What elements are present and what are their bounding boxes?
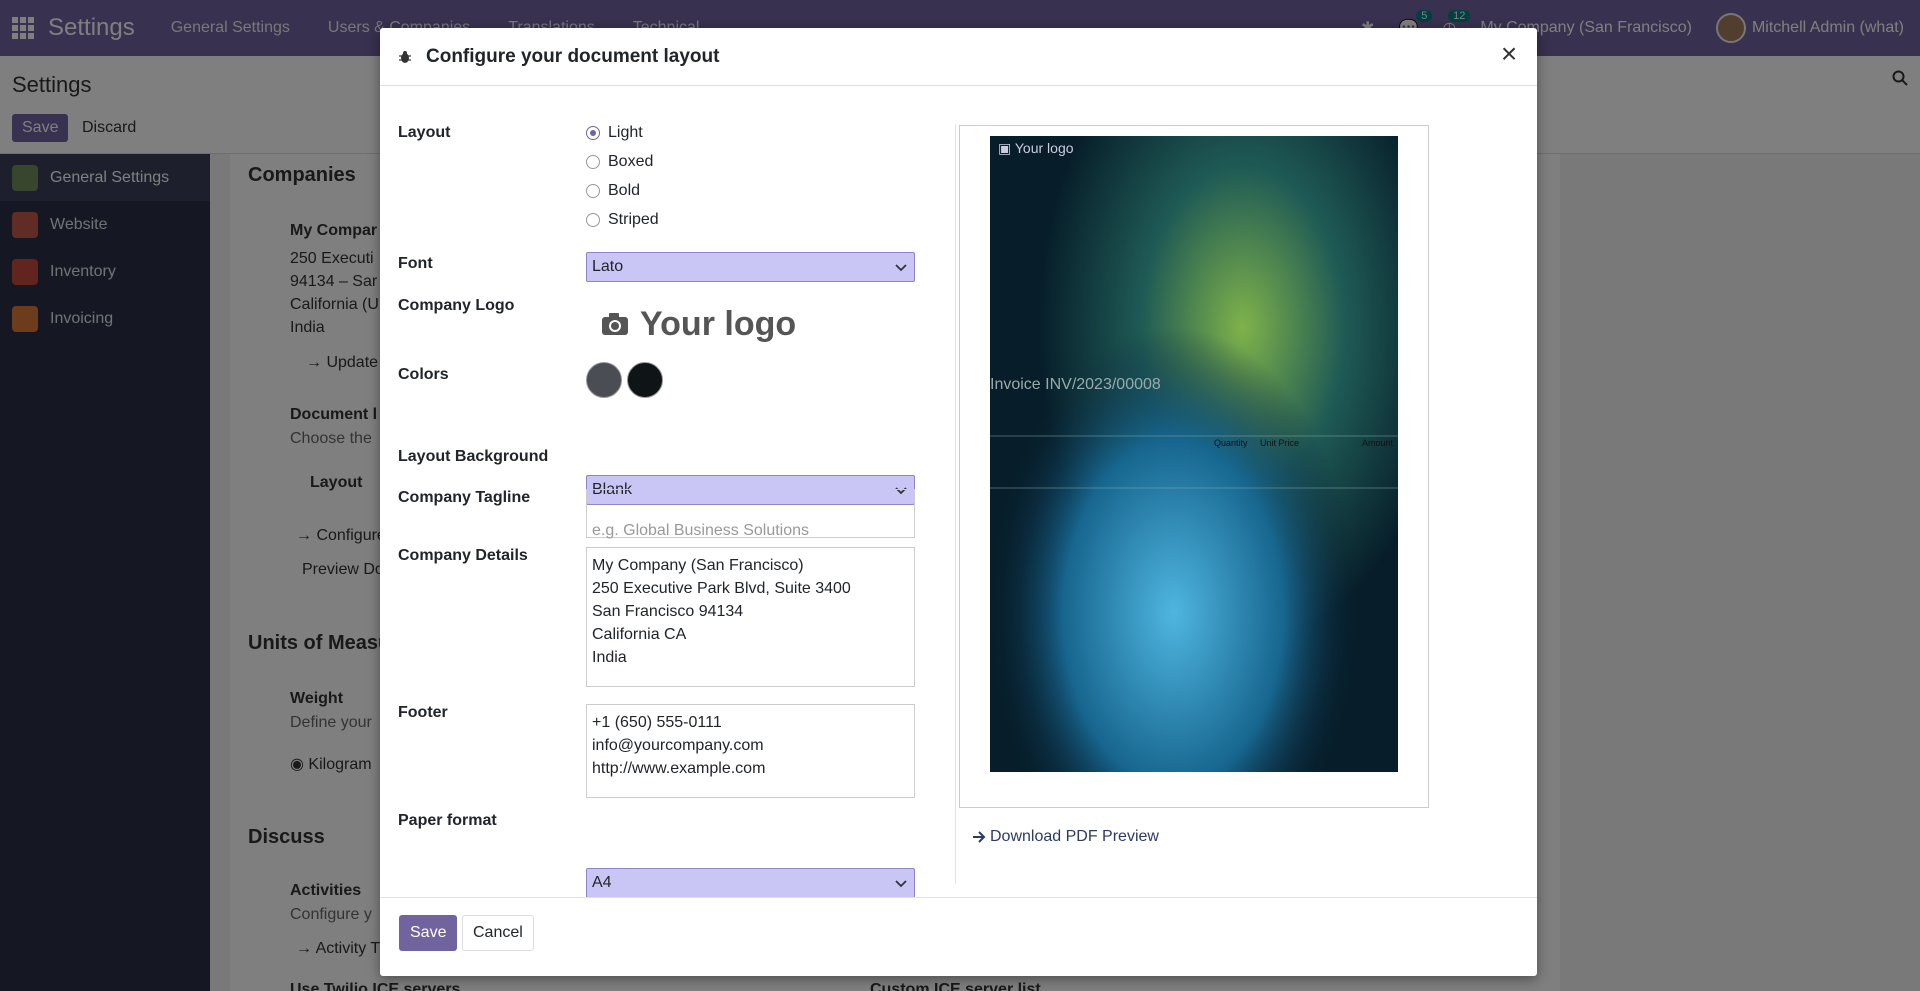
download-pdf-label: Download PDF Preview <box>990 828 1159 845</box>
layout-option-boxed[interactable]: Boxed <box>586 147 659 176</box>
secondary-color-picker[interactable] <box>627 362 663 398</box>
paper-format-label: Paper format <box>398 812 497 829</box>
logo-placeholder-text: Your logo <box>640 304 797 343</box>
layout-form: Layout Light Boxed Bold Striped Font Lat… <box>398 124 928 898</box>
layout-background-label: Layout Background <box>398 448 549 465</box>
close-icon[interactable]: × <box>1497 40 1521 68</box>
radio-unchecked-icon <box>586 154 600 169</box>
preview-invoice-title: Invoice INV/2023/00008 <box>990 376 1161 393</box>
tagline-placeholder: e.g. Global Business Solutions <box>592 522 810 539</box>
preview-background-image <box>990 136 1398 772</box>
company-details-label: Company Details <box>398 547 528 564</box>
download-pdf-preview-link[interactable]: Download PDF Preview <box>972 828 1159 846</box>
dialog-header: Configure your document layout × <box>380 28 1537 86</box>
preview-unit-price-header: Unit Price <box>1260 438 1300 448</box>
preview-quantity-header: Quantity <box>1214 438 1248 448</box>
chevron-down-icon <box>895 880 907 888</box>
dialog-footer: Save Cancel <box>380 897 1537 976</box>
preview-logo-label: Your logo <box>1014 140 1074 156</box>
radio-checked-icon <box>586 125 600 140</box>
colors-label: Colors <box>398 366 449 383</box>
footer-input[interactable]: +1 (650) 555-0111 info@yourcompany.com h… <box>586 704 915 798</box>
arrow-right-icon <box>973 831 986 843</box>
company-tagline-input[interactable]: e.g. Global Business Solutions <box>586 489 915 539</box>
font-label: Font <box>398 255 433 272</box>
preview-logo-text: ▣ Your logo <box>998 140 1074 156</box>
color-pickers <box>586 362 668 403</box>
primary-color-picker[interactable] <box>586 362 622 398</box>
save-button[interactable]: Save <box>399 915 458 951</box>
form-separator <box>955 124 956 884</box>
layout-radio-group: Light Boxed Bold Striped <box>586 118 659 234</box>
document-preview-image: ▣ Your logo Invoice INV/2023/00008 Quant… <box>990 136 1398 772</box>
paper-format-select[interactable]: A4 <box>586 868 915 898</box>
company-logo-upload[interactable]: Your logo <box>586 300 796 348</box>
paper-format-value: A4 <box>592 874 612 891</box>
company-details-input[interactable]: My Company (San Francisco) 250 Executive… <box>586 547 915 687</box>
layout-label: Layout <box>398 124 451 141</box>
layout-option-label: Boxed <box>608 152 654 170</box>
company-logo-label: Company Logo <box>398 297 515 314</box>
camera-icon <box>602 313 628 335</box>
chevron-down-icon <box>895 264 907 272</box>
dialog-title: Configure your document layout <box>426 45 720 67</box>
preview-amount-header: Amount <box>1362 438 1394 448</box>
layout-option-light[interactable]: Light <box>586 118 659 147</box>
layout-option-label: Striped <box>608 210 659 228</box>
layout-option-striped[interactable]: Striped <box>586 205 659 234</box>
layout-option-bold[interactable]: Bold <box>586 176 659 205</box>
bug-icon <box>399 50 411 63</box>
layout-option-label: Bold <box>608 181 641 199</box>
font-select-value: Lato <box>592 258 624 275</box>
cancel-button[interactable]: Cancel <box>462 915 534 951</box>
company-tagline-label: Company Tagline <box>398 489 531 506</box>
document-preview-frame: ▣ Your logo Invoice INV/2023/00008 Quant… <box>959 125 1429 808</box>
font-select[interactable]: Lato <box>586 252 915 282</box>
radio-unchecked-icon <box>586 212 600 227</box>
footer-label: Footer <box>398 704 448 721</box>
document-layout-dialog: Configure your document layout × Layout … <box>380 28 1537 976</box>
radio-unchecked-icon <box>586 183 600 198</box>
layout-option-label: Light <box>608 123 643 141</box>
